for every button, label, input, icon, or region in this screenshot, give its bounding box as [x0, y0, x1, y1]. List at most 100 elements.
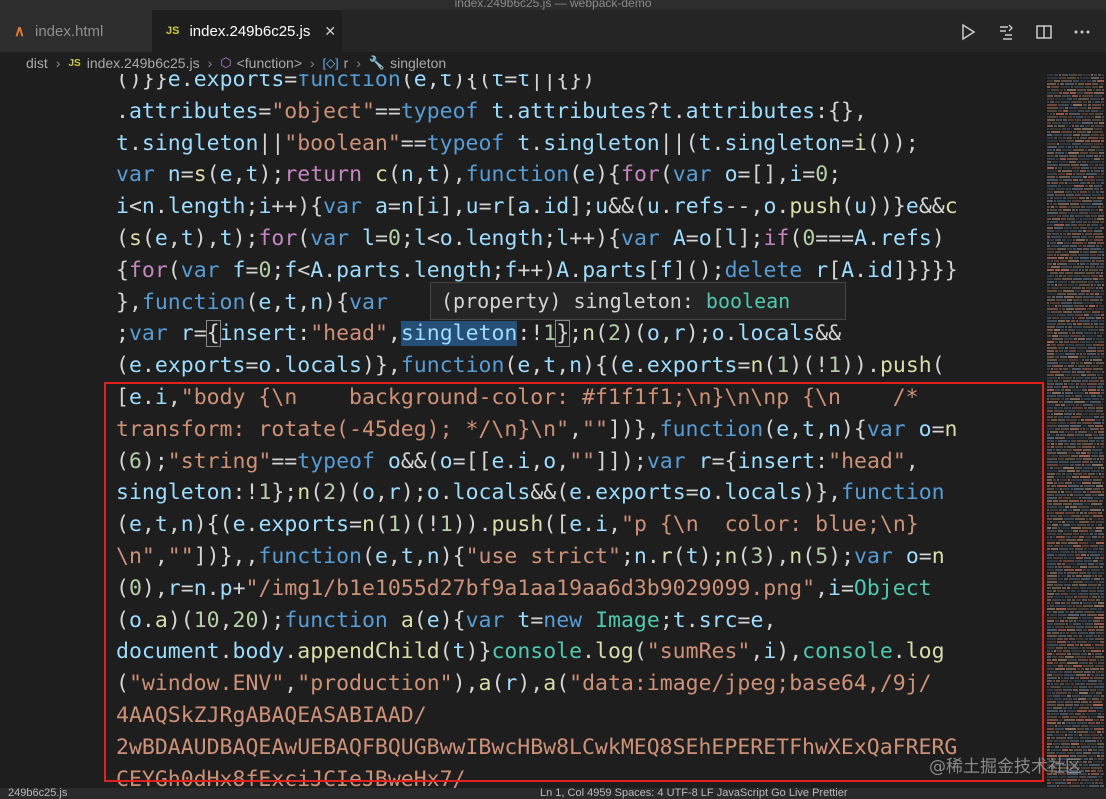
breadcrumb-item-file[interactable]: index.249b6c25.js [87, 55, 200, 71]
code-token: e [258, 289, 272, 315]
code-token: r [387, 480, 401, 506]
code-line[interactable]: document.body.appendChild(t)}console.log… [116, 636, 1045, 668]
code-token: , [154, 543, 168, 569]
compare-changes-icon[interactable] [994, 20, 1018, 44]
code-token: ){ [323, 289, 350, 315]
code-editor[interactable]: ()}}e.exports=function(e,t){(t=t||{}) .at… [0, 74, 1045, 788]
code-token: ! [530, 321, 544, 347]
close-icon[interactable]: ✕ [324, 23, 336, 40]
code-token: ( [413, 607, 427, 633]
code-token: "boolean" [284, 130, 401, 156]
code-line[interactable]: ()}}e.exports=function(e,t){(t=t||{}) [116, 74, 1045, 96]
code-token: 2 [323, 480, 337, 506]
code-token: t [116, 130, 129, 156]
code-token: Image [595, 607, 660, 633]
code-line[interactable]: i<n.length;i++){var a=n[i],u=r[a.id];u&&… [116, 191, 1045, 223]
more-actions-icon[interactable] [1070, 20, 1094, 44]
code-token: ){ [840, 416, 867, 442]
code-token: log [905, 639, 945, 665]
code-line[interactable]: 2wBDAAUDBAQEAwUEBAQFBQUGBwwIBwcHBw8LCwkM… [116, 732, 1045, 764]
tab-index-html[interactable]: ∧ index.html [0, 10, 152, 52]
code-line[interactable]: (0),r=n.p+"/img1/b1e1055d27bf9a1aa19aa6d… [116, 573, 1045, 605]
code-token: 3 [750, 543, 764, 569]
code-token: r [504, 671, 518, 697]
breadcrumb-item-function[interactable]: <function> [237, 55, 302, 71]
code-token: ; [659, 607, 673, 633]
code-token: )( [336, 480, 362, 506]
code-line[interactable]: ("window.ENV","production"),a(r),a("data… [116, 668, 1045, 700]
code-token: 0 [387, 225, 401, 251]
code-token: ), [193, 225, 220, 251]
code-line[interactable]: t.singleton||"boolean"==typeof t.singlet… [116, 128, 1045, 160]
code-line[interactable]: 4AAQSkZJRgABAQEASABIAAD/ [116, 700, 1045, 732]
code-line[interactable]: transform: rotate(-45deg); */\n}\n",""])… [116, 414, 1045, 446]
code-token: singleton [400, 321, 518, 347]
code-token: ( [763, 353, 777, 379]
code-token: ]; [569, 194, 596, 220]
code-token: r [491, 194, 505, 220]
code-token: exports [258, 512, 350, 538]
code-token: t [685, 543, 699, 569]
run-icon[interactable] [956, 20, 980, 44]
code-token: n [931, 543, 945, 569]
minimap[interactable] [1045, 74, 1106, 788]
code-line[interactable]: (e,t,n){(e.exports=n(1)(!1)).push([e.i,"… [116, 509, 1045, 541]
status-right[interactable]: Ln 1, Col 4959 Spaces: 4 UTF-8 LF JavaSc… [540, 788, 848, 799]
code-token: id [543, 194, 570, 220]
code-line[interactable]: singleton:!1};n(2)(o,r);o.locals&&(e.exp… [116, 477, 1045, 509]
code-token: singleton [543, 130, 660, 156]
split-editor-icon[interactable] [1032, 20, 1056, 44]
breadcrumb-item-singleton[interactable]: singleton [390, 55, 446, 71]
code-line[interactable]: (6);"string"==typeof o&&(o=[[e.i,o,""]])… [116, 446, 1045, 478]
breadcrumb-item-dist[interactable]: dist [26, 55, 48, 71]
code-token: { [205, 320, 221, 348]
code-token: n [944, 416, 958, 442]
code-line[interactable]: var n=s(e,t);return c(n,t),function(e){f… [116, 159, 1045, 191]
code-token: u [595, 194, 609, 220]
code-line[interactable]: (o.a)(10,20);function a(e){var t=new Ima… [116, 605, 1045, 637]
code-token: n [400, 162, 414, 188]
tab-index-js[interactable]: JS index.249b6c25.js ✕ [152, 10, 342, 52]
code-token: ]}}}} [892, 257, 958, 283]
code-token: 0 [128, 575, 142, 601]
code-line[interactable]: ;var r={insert:"head",singleton:!1};n(2)… [116, 318, 1045, 350]
code-token: o [905, 543, 919, 569]
status-left[interactable]: 249b6c25.js [8, 788, 67, 799]
code-token: && [918, 194, 945, 220]
code-token: "production" [297, 671, 453, 697]
breadcrumb-item-r[interactable]: r [344, 55, 349, 71]
code-token: . [711, 480, 725, 506]
wrench-icon: 🔧 [368, 55, 386, 70]
code-token: . [154, 194, 168, 220]
code-token: ), [763, 543, 790, 569]
code-token: ++){ [271, 194, 324, 220]
code-token: A [854, 225, 868, 251]
code-text[interactable]: ()}}e.exports=function(e,t){(t=t||{}) .at… [116, 74, 1045, 788]
code-token: , [426, 74, 440, 92]
code-token: = [504, 74, 518, 92]
code-token: o [426, 480, 440, 506]
code-token: locals [284, 353, 362, 379]
code-token: || [258, 130, 285, 156]
code-line[interactable]: CEYGh0dHx8fExciJCIeJBweHx7/ [116, 764, 1045, 788]
code-token: =[[ [452, 448, 492, 474]
code-token: e [128, 353, 142, 379]
code-token: . [854, 257, 868, 283]
code-line[interactable]: .attributes="object"==typeof t.attribute… [116, 96, 1045, 128]
code-token: e [219, 162, 233, 188]
code-line[interactable]: (e.exports=o.locals)},function(e,t,n){(e… [116, 350, 1045, 382]
chevron-right-icon: › [55, 55, 61, 71]
code-token: e [517, 353, 531, 379]
code-token: , [219, 607, 233, 633]
code-line[interactable]: (s(e,t),t);for(var l=0;l<o.length;l++){v… [116, 223, 1045, 255]
code-line[interactable]: \n",""])},,function(e,t,n){"use strict";… [116, 541, 1045, 573]
code-line[interactable]: [e.i,"body {\n background-color: #f1f1f1… [116, 382, 1045, 414]
code-token: ( [659, 162, 673, 188]
code-token: singleton [116, 480, 233, 506]
code-token: ={ [711, 448, 738, 474]
code-token: ( [672, 543, 686, 569]
code-token: n [633, 543, 647, 569]
code-token: &&( [608, 194, 647, 220]
